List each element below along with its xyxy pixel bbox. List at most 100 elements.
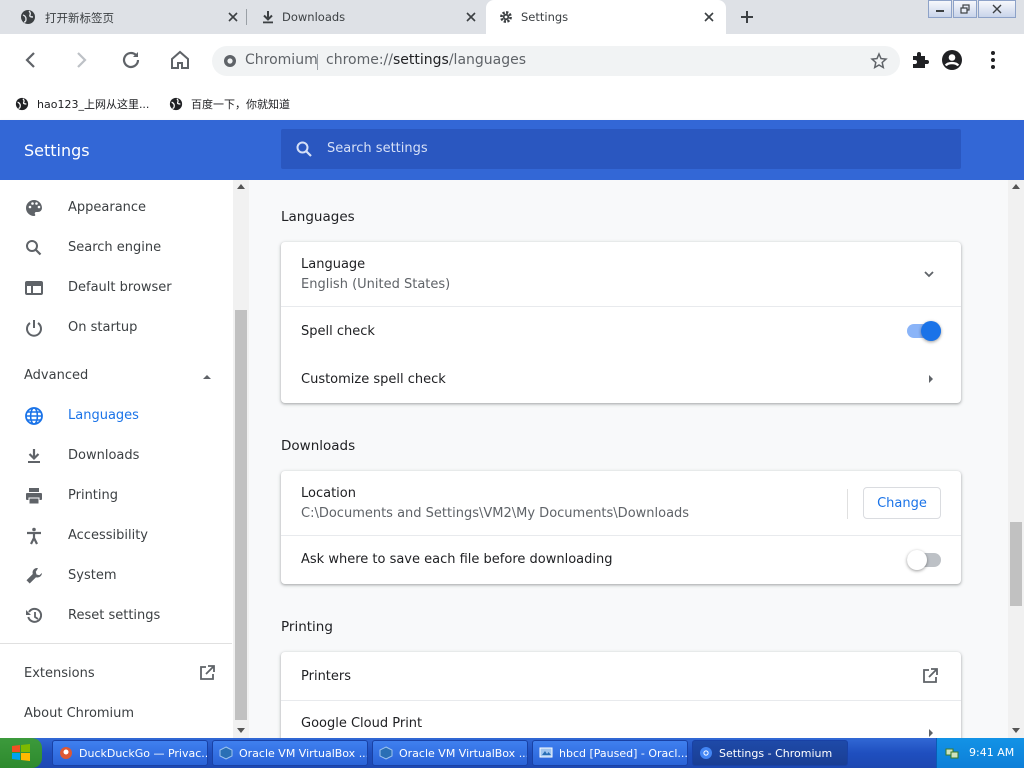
bookmark-label: 百度一下，你就知道 (191, 98, 290, 111)
google-cloud-print-label: Google Cloud Print (301, 716, 423, 731)
taskbar-item-duckduckgo[interactable]: DuckDuckGo — Privac... (52, 740, 208, 766)
palette-icon (26, 200, 42, 216)
sidebar-item-label: Downloads (68, 448, 140, 463)
chevron-down-icon[interactable] (922, 267, 936, 281)
taskbar-item-hbcd[interactable]: hbcd [Paused] - Oracl... (532, 740, 688, 766)
scroll-down-arrow[interactable] (1012, 728, 1020, 733)
scroll-up-arrow[interactable] (1012, 184, 1020, 189)
spell-check-row[interactable]: Spell check (281, 307, 961, 355)
taskbar-item-label: hbcd [Paused] - Oracl... (559, 746, 688, 760)
ask-where-to-save-toggle[interactable] (907, 550, 941, 570)
home-icon[interactable] (168, 48, 192, 72)
taskbar-item-label: Oracle VM VirtualBox ... (239, 746, 368, 760)
spell-check-toggle[interactable] (907, 321, 941, 341)
tab-label: Downloads (282, 10, 346, 24)
sidebar-item-about-chromium[interactable]: About Chromium (24, 706, 134, 721)
windows-logo-icon (12, 744, 30, 761)
url-host: settings (393, 52, 449, 68)
profile-avatar-icon[interactable] (940, 48, 964, 72)
close-icon[interactable] (226, 10, 240, 24)
google-cloud-print-row[interactable]: Google Cloud Print (281, 701, 961, 738)
page-title: Settings (24, 141, 90, 160)
caret-up-icon[interactable] (200, 370, 214, 384)
bookmark-baidu[interactable]: 百度一下，你就知道 (169, 95, 290, 113)
tab-new-tab-page[interactable]: 打开新标签页 (0, 0, 246, 34)
sidebar-item-search-engine[interactable]: Search engine (0, 228, 230, 268)
window-close-button[interactable] (978, 0, 1016, 18)
taskbar: DuckDuckGo — Privac... Oracle VM Virtual… (0, 738, 1024, 768)
change-location-button[interactable]: Change (863, 487, 941, 519)
sidebar-item-label: Accessibility (68, 528, 148, 543)
vm-icon (539, 747, 553, 758)
open-in-new-icon[interactable] (198, 664, 216, 682)
taskbar-item-label: DuckDuckGo — Privac... (79, 746, 208, 760)
restore-button[interactable] (953, 0, 977, 18)
taskbar-item-settings-chromium[interactable]: Settings - Chromium (692, 740, 848, 766)
spell-check-label: Spell check (301, 324, 375, 339)
scroll-up-arrow[interactable] (237, 184, 245, 189)
sidebar-item-default-browser[interactable]: Default browser (0, 268, 230, 308)
sidebar-item-label: Search engine (68, 240, 162, 255)
minimize-button[interactable] (928, 0, 952, 18)
sidebar-item-system[interactable]: System (0, 556, 230, 596)
search-icon (296, 141, 312, 157)
printing-card: Printers Google Cloud Print (281, 652, 961, 738)
search-icon (26, 240, 42, 256)
network-tray-icon[interactable] (945, 746, 959, 760)
arrow-right-icon[interactable] (926, 727, 936, 738)
close-icon[interactable] (464, 10, 478, 24)
close-icon (992, 4, 1002, 14)
printers-row[interactable]: Printers (281, 652, 961, 700)
sidebar-item-downloads[interactable]: Downloads (0, 436, 230, 476)
printing-section-title: Printing (281, 619, 333, 635)
main-scroll-thumb[interactable] (1010, 522, 1022, 606)
sidebar-item-languages[interactable]: Languages (0, 396, 230, 436)
more-menu-icon[interactable] (981, 48, 1005, 72)
sidebar-item-extensions[interactable]: Extensions (24, 666, 95, 681)
sidebar-item-on-startup[interactable]: On startup (0, 308, 230, 348)
forward-icon[interactable] (69, 48, 93, 72)
omnibox-url[interactable]: chrome://settings/languages (326, 52, 526, 68)
main-scrollbar[interactable] (1008, 180, 1024, 738)
close-icon[interactable] (702, 10, 716, 24)
languages-card: Language English (United States) Spell c… (281, 242, 961, 403)
customize-spell-check-label: Customize spell check (301, 372, 446, 387)
arrow-right-icon[interactable] (926, 373, 936, 385)
settings-main: Languages Language English (United State… (249, 180, 1024, 738)
new-tab-icon[interactable] (738, 8, 756, 26)
sidebar-item-label: System (68, 568, 117, 583)
globe-icon (25, 407, 43, 425)
sidebar: Appearance Search engine Default browser… (0, 180, 249, 738)
ask-where-to-save-row[interactable]: Ask where to save each file before downl… (281, 536, 961, 584)
omnibox[interactable]: Chromium chrome://settings/languages (212, 46, 900, 76)
scroll-down-arrow[interactable] (237, 728, 245, 733)
bookmark-star-icon[interactable] (870, 52, 888, 70)
vertical-divider (847, 489, 848, 519)
sidebar-scrollbar[interactable] (233, 180, 249, 738)
back-icon[interactable] (19, 48, 43, 72)
open-in-new-icon[interactable] (921, 667, 939, 685)
start-button[interactable] (0, 738, 42, 768)
reload-icon[interactable] (119, 48, 143, 72)
advanced-section-toggle[interactable]: Advanced (24, 368, 88, 383)
tab-downloads[interactable]: Downloads (246, 0, 486, 34)
tab-settings[interactable]: Settings (486, 0, 726, 34)
search-settings-input[interactable]: Search settings (281, 129, 961, 169)
gear-icon (500, 11, 512, 23)
sidebar-item-printing[interactable]: Printing (0, 476, 230, 516)
sidebar-scroll-thumb[interactable] (235, 310, 247, 720)
bookmark-hao123[interactable]: hao123_上网从这里... (15, 95, 149, 113)
customize-spell-check-row[interactable]: Customize spell check (281, 355, 961, 403)
taskbar-item-virtualbox-2[interactable]: Oracle VM VirtualBox ... (372, 740, 528, 766)
taskbar-item-virtualbox-1[interactable]: Oracle VM VirtualBox ... (212, 740, 368, 766)
sidebar-item-accessibility[interactable]: Accessibility (0, 516, 230, 556)
downloads-section-title: Downloads (281, 438, 356, 454)
sidebar-item-label: On startup (68, 320, 138, 335)
search-placeholder: Search settings (327, 141, 428, 156)
language-row[interactable]: Language English (United States) (281, 242, 961, 306)
extensions-puzzle-icon[interactable] (908, 48, 932, 72)
sidebar-item-reset-settings[interactable]: Reset settings (0, 596, 230, 636)
location-path: C:\Documents and Settings\VM2\My Documen… (301, 506, 690, 521)
accessibility-icon (27, 527, 41, 545)
sidebar-item-appearance[interactable]: Appearance (0, 188, 230, 228)
